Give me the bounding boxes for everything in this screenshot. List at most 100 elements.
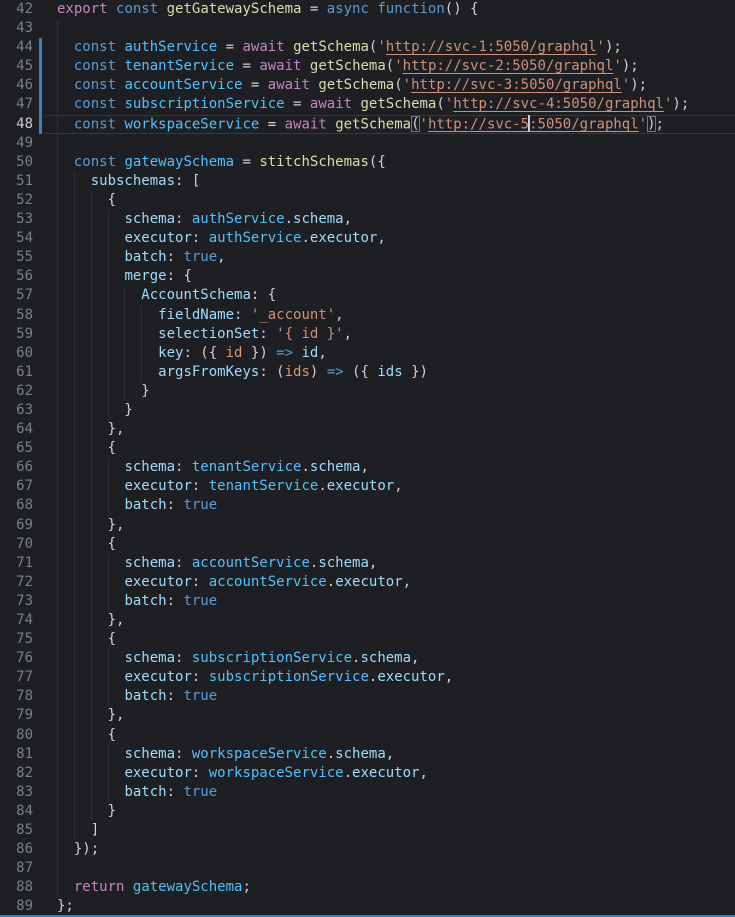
line-number[interactable]: 66	[0, 458, 33, 477]
line-number[interactable]: 60	[0, 344, 33, 363]
code-text: batch: true	[57, 592, 217, 611]
line-number[interactable]: 65	[0, 439, 33, 458]
code-line[interactable]: 65 {	[0, 439, 735, 458]
line-number[interactable]: 59	[0, 325, 33, 344]
line-number[interactable]: 54	[0, 229, 33, 248]
line-number[interactable]: 51	[0, 172, 33, 191]
line-number[interactable]: 78	[0, 687, 33, 706]
line-number[interactable]: 84	[0, 802, 33, 821]
code-line[interactable]: 46 const accountService = await getSchem…	[0, 76, 735, 95]
code-line[interactable]: 84 }	[0, 802, 735, 821]
code-line[interactable]: 87	[0, 859, 735, 878]
code-line[interactable]: 43	[0, 19, 735, 38]
line-number[interactable]: 58	[0, 306, 33, 325]
code-line[interactable]: 68 batch: true	[0, 496, 735, 515]
code-line[interactable]: 88 return gatewaySchema;	[0, 878, 735, 897]
code-line[interactable]: 86 });	[0, 840, 735, 859]
line-number[interactable]: 57	[0, 286, 33, 305]
line-number[interactable]: 81	[0, 745, 33, 764]
code-line[interactable]: 47 const subscriptionService = await get…	[0, 95, 735, 114]
code-line[interactable]: 49	[0, 134, 735, 153]
code-line[interactable]: 60 key: ({ id }) => id,	[0, 344, 735, 363]
line-number[interactable]: 88	[0, 878, 33, 897]
code-line[interactable]: 75 {	[0, 630, 735, 649]
line-number[interactable]: 56	[0, 267, 33, 286]
code-line[interactable]: 64 },	[0, 420, 735, 439]
code-line[interactable]: 67 executor: tenantService.executor,	[0, 477, 735, 496]
code-line[interactable]: 54 executor: authService.executor,	[0, 229, 735, 248]
code-line[interactable]: 82 executor: workspaceService.executor,	[0, 764, 735, 783]
code-line[interactable]: 78 batch: true	[0, 687, 735, 706]
line-number[interactable]: 53	[0, 210, 33, 229]
line-number[interactable]: 62	[0, 382, 33, 401]
code-line[interactable]: 69 },	[0, 516, 735, 535]
code-line[interactable]: 72 executor: accountService.executor,	[0, 573, 735, 592]
line-number[interactable]: 75	[0, 630, 33, 649]
code-line[interactable]: 81 schema: workspaceService.schema,	[0, 745, 735, 764]
line-number[interactable]: 83	[0, 783, 33, 802]
line-number[interactable]: 49	[0, 134, 33, 153]
code-line[interactable]: 56 merge: {	[0, 267, 735, 286]
line-number[interactable]: 73	[0, 592, 33, 611]
code-line[interactable]: 63 }	[0, 401, 735, 420]
code-line[interactable]: 85 ]	[0, 821, 735, 840]
code-line[interactable]: 48 const workspaceService = await getSch…	[0, 115, 735, 134]
line-number[interactable]: 46	[0, 76, 33, 95]
line-number[interactable]: 55	[0, 248, 33, 267]
line-number[interactable]: 71	[0, 554, 33, 573]
line-number[interactable]: 64	[0, 420, 33, 439]
code-line[interactable]: 42export const getGatewaySchema = async …	[0, 0, 735, 19]
line-number[interactable]: 44	[0, 38, 33, 57]
line-number[interactable]: 72	[0, 573, 33, 592]
code-line[interactable]: 61 argsFromKeys: (ids) => ({ ids })	[0, 363, 735, 382]
code-line[interactable]: 66 schema: tenantService.schema,	[0, 458, 735, 477]
code-line[interactable]: 83 batch: true	[0, 783, 735, 802]
line-number[interactable]: 82	[0, 764, 33, 783]
line-number[interactable]: 61	[0, 363, 33, 382]
line-number[interactable]: 85	[0, 821, 33, 840]
code-line[interactable]: 76 schema: subscriptionService.schema,	[0, 649, 735, 668]
line-number[interactable]: 42	[0, 0, 33, 19]
code-line[interactable]: 58 fieldName: '_account',	[0, 306, 735, 325]
line-number[interactable]: 77	[0, 668, 33, 687]
code-line[interactable]: 71 schema: accountService.schema,	[0, 554, 735, 573]
code-line[interactable]: 57 AccountSchema: {	[0, 286, 735, 305]
line-number[interactable]: 76	[0, 649, 33, 668]
code-line[interactable]: 89};	[0, 897, 735, 916]
code-line[interactable]: 79 },	[0, 706, 735, 725]
line-number[interactable]: 45	[0, 57, 33, 76]
code-line[interactable]: 74 },	[0, 611, 735, 630]
code-text: executor: authService.executor,	[57, 229, 386, 248]
line-number[interactable]: 80	[0, 726, 33, 745]
code-line[interactable]: 45 const tenantService = await getSchema…	[0, 57, 735, 76]
line-number[interactable]: 70	[0, 535, 33, 554]
line-number[interactable]: 89	[0, 897, 33, 916]
line-number[interactable]: 74	[0, 611, 33, 630]
code-line[interactable]: 77 executor: subscriptionService.executo…	[0, 668, 735, 687]
line-number[interactable]: 50	[0, 153, 33, 172]
code-line[interactable]: 59 selectionSet: '{ id }',	[0, 325, 735, 344]
code-line[interactable]: 73 batch: true	[0, 592, 735, 611]
line-number[interactable]: 63	[0, 401, 33, 420]
line-number[interactable]: 47	[0, 95, 33, 114]
line-number[interactable]: 69	[0, 516, 33, 535]
code-line[interactable]: 50 const gatewaySchema = stitchSchemas({	[0, 153, 735, 172]
line-number[interactable]: 68	[0, 496, 33, 515]
code-text: });	[57, 840, 99, 859]
code-line[interactable]: 62 }	[0, 382, 735, 401]
code-line[interactable]: 70 {	[0, 535, 735, 554]
code-line[interactable]: 80 {	[0, 726, 735, 745]
code-line[interactable]: 52 {	[0, 191, 735, 210]
line-number[interactable]: 79	[0, 706, 33, 725]
code-line[interactable]: 55 batch: true,	[0, 248, 735, 267]
line-number[interactable]: 87	[0, 859, 33, 878]
line-number[interactable]: 86	[0, 840, 33, 859]
line-number[interactable]: 52	[0, 191, 33, 210]
code-line[interactable]: 51 subschemas: [	[0, 172, 735, 191]
code-line[interactable]: 53 schema: authService.schema,	[0, 210, 735, 229]
code-editor[interactable]: 42export const getGatewaySchema = async …	[0, 0, 735, 917]
line-number[interactable]: 67	[0, 477, 33, 496]
code-line[interactable]: 44 const authService = await getSchema('…	[0, 38, 735, 57]
line-number[interactable]: 48	[0, 115, 33, 134]
line-number[interactable]: 43	[0, 19, 33, 38]
